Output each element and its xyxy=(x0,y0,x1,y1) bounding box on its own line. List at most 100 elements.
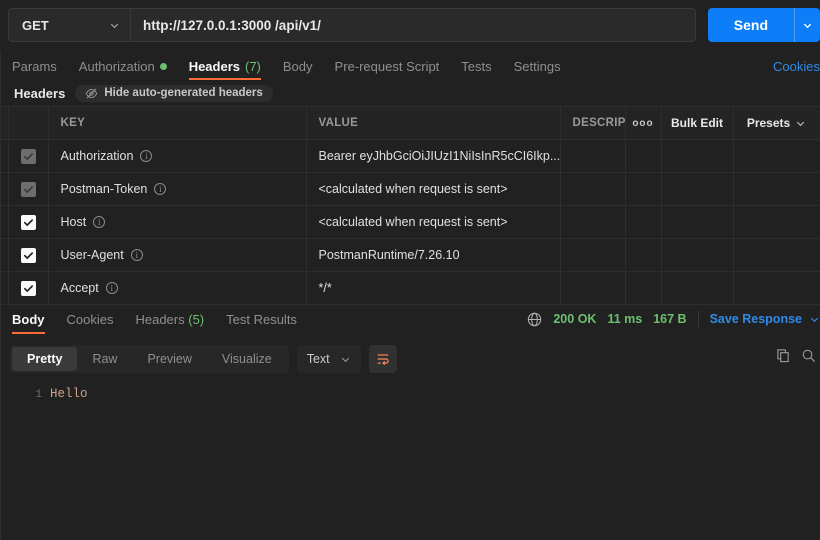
check-icon xyxy=(23,251,33,259)
tab-label: Params xyxy=(12,59,57,74)
header-description-cell[interactable] xyxy=(560,205,626,239)
info-icon[interactable]: i xyxy=(105,282,118,294)
info-icon[interactable]: i xyxy=(130,249,143,261)
row-checkbox[interactable] xyxy=(20,247,36,263)
auth-active-dot-icon xyxy=(159,63,167,70)
cookies-link[interactable]: Cookies xyxy=(773,59,820,74)
info-icon[interactable]: i xyxy=(154,183,167,195)
row-presets-cell xyxy=(733,238,820,272)
header-value-cell[interactable]: <calculated when request is sent> xyxy=(306,205,561,239)
response-tabs: Body Cookies Headers (5) Test Results 20… xyxy=(0,307,820,339)
hide-auto-generated-headers-button[interactable]: Hide auto-generated headers xyxy=(75,84,273,102)
view-mode-visualize[interactable]: Visualize xyxy=(207,347,287,371)
response-headers-count: (5) xyxy=(188,312,205,327)
header-key-cell[interactable]: Accept i xyxy=(48,271,307,305)
word-wrap-toggle-button[interactable] xyxy=(368,345,397,373)
row-options-cell xyxy=(625,205,662,239)
response-tab-body[interactable]: Body xyxy=(12,312,55,334)
chevron-down-icon xyxy=(803,23,812,28)
tab-label: Headers xyxy=(135,312,185,327)
bulk-edit-button[interactable]: Bulk Edit xyxy=(661,106,734,140)
header-description-cell[interactable] xyxy=(560,238,626,272)
header-key: User-Agent xyxy=(60,248,124,262)
hide-auto-generated-headers-label: Hide auto-generated headers xyxy=(104,87,263,99)
request-tabs: Params Authorization Headers (7) Body Pr… xyxy=(0,50,820,80)
header-description-cell[interactable] xyxy=(560,139,626,173)
tab-params[interactable]: Params xyxy=(12,59,69,80)
header-description-cell[interactable] xyxy=(560,172,626,206)
row-presets-cell xyxy=(733,205,820,239)
response-tab-cookies[interactable]: Cookies xyxy=(67,312,124,334)
send-button[interactable]: Send xyxy=(707,8,794,42)
row-bulk-cell xyxy=(661,139,734,173)
view-mode-pretty[interactable]: Pretty xyxy=(12,347,78,371)
header-value-cell[interactable]: */* xyxy=(306,271,561,305)
tab-tests[interactable]: Tests xyxy=(461,59,503,80)
headers-section-title: Headers xyxy=(14,85,66,101)
header-key-cell[interactable]: Authorization i xyxy=(48,139,307,173)
row-checkbox[interactable] xyxy=(20,181,36,197)
row-bulk-cell xyxy=(661,172,734,206)
response-tab-headers[interactable]: Headers (5) xyxy=(135,312,214,334)
view-mode-preview[interactable]: Preview xyxy=(132,347,206,371)
tab-settings[interactable]: Settings xyxy=(514,59,573,80)
response-body-code[interactable]: 1 Hello xyxy=(0,379,820,401)
line-text: Hello xyxy=(50,387,88,401)
row-checkbox-cell[interactable] xyxy=(8,139,49,173)
info-icon[interactable]: i xyxy=(140,150,153,162)
select-all-cell xyxy=(8,106,49,140)
row-checkbox[interactable] xyxy=(20,214,36,230)
send-options-caret[interactable] xyxy=(794,8,820,42)
tab-label: Tests xyxy=(461,59,492,74)
tab-headers[interactable]: Headers (7) xyxy=(188,59,273,80)
tab-pre-request-script[interactable]: Pre-request Script xyxy=(335,59,452,80)
row-checkbox-cell[interactable] xyxy=(8,271,49,305)
active-tab-underline xyxy=(12,332,45,334)
http-method-select[interactable]: GET xyxy=(8,8,130,42)
copy-icon[interactable] xyxy=(776,348,791,363)
response-format-select[interactable]: Text xyxy=(296,345,361,373)
table-row: Postman-Token i <calculated when request… xyxy=(0,172,820,206)
row-checkbox-cell[interactable] xyxy=(8,205,49,239)
row-options-cell xyxy=(625,238,662,272)
tab-authorization[interactable]: Authorization xyxy=(79,59,179,80)
header-key-cell[interactable]: User-Agent i xyxy=(48,238,307,272)
row-options-cell xyxy=(625,271,662,305)
presets-button[interactable]: Presets xyxy=(733,106,820,140)
header-value: PostmanRuntime/7.26.10 xyxy=(318,248,460,262)
tab-body[interactable]: Body xyxy=(283,59,325,80)
header-value-cell[interactable]: Bearer eyJhbGciOiJIUzI1NiIsInR5cCI6Ikp..… xyxy=(306,139,561,173)
column-options-button[interactable]: ooo xyxy=(625,106,662,140)
tab-label: Body xyxy=(282,59,313,74)
info-icon[interactable]: i xyxy=(93,216,106,228)
header-key-cell[interactable]: Host i xyxy=(48,205,307,239)
row-checkbox[interactable] xyxy=(20,280,36,296)
view-mode-raw[interactable]: Raw xyxy=(77,347,132,371)
tab-label: Body xyxy=(12,312,45,327)
row-bulk-cell xyxy=(661,271,734,305)
row-checkbox[interactable] xyxy=(20,148,36,164)
check-icon xyxy=(23,218,33,226)
header-description-cell[interactable] xyxy=(560,271,626,305)
response-tab-test-results[interactable]: Test Results xyxy=(226,312,307,334)
header-value-cell[interactable]: PostmanRuntime/7.26.10 xyxy=(306,238,561,272)
response-size: 167 B xyxy=(653,312,687,326)
postman-request-response-view: GET http://127.0.0.1:3000 /api/v1/ Send … xyxy=(0,0,820,540)
row-checkbox-cell[interactable] xyxy=(8,238,49,272)
code-line: 1 Hello xyxy=(0,387,820,401)
headers-table-body: Authorization i Bearer eyJhbGciOiJIUzI1N… xyxy=(0,139,820,305)
header-key-cell[interactable]: Postman-Token i xyxy=(48,172,307,206)
tab-label: Cookies xyxy=(66,312,114,327)
header-value: <calculated when request is sent> xyxy=(318,182,508,196)
word-wrap-icon xyxy=(377,354,389,366)
tab-label: Authorization xyxy=(78,59,155,74)
save-response-button[interactable]: Save Response xyxy=(710,312,802,326)
row-checkbox-cell[interactable] xyxy=(8,172,49,206)
url-input[interactable]: http://127.0.0.1:3000 /api/v1/ xyxy=(130,8,696,42)
search-icon[interactable] xyxy=(801,348,816,363)
chevron-down-icon[interactable] xyxy=(809,314,820,325)
line-number: 1 xyxy=(35,389,42,401)
presets-label: Presets xyxy=(746,116,791,130)
header-value-cell[interactable]: <calculated when request is sent> xyxy=(306,172,561,206)
globe-icon[interactable] xyxy=(527,312,542,327)
